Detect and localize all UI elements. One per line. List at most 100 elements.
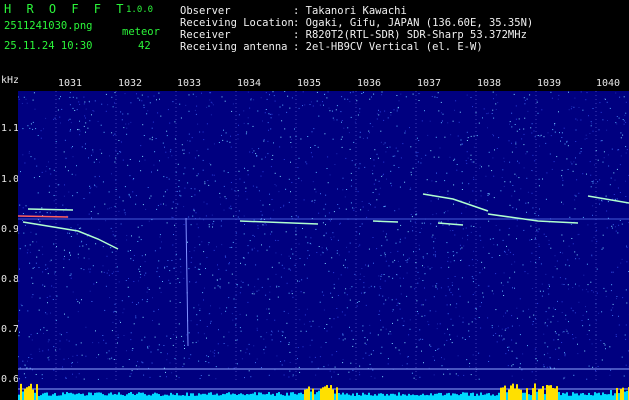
- level-bar: [602, 392, 604, 400]
- noise-dot: [47, 267, 49, 269]
- noise-dot: [408, 334, 410, 336]
- noise-dot: [193, 210, 195, 212]
- noise-dot: [429, 268, 431, 270]
- noise-dot: [460, 260, 462, 261]
- noise-dot: [131, 301, 133, 303]
- noise-dot: [333, 236, 335, 238]
- noise-dot: [546, 366, 548, 368]
- noise-dot: [623, 123, 625, 125]
- noise-dot: [158, 92, 160, 94]
- noise-dot: [474, 307, 476, 309]
- noise-dot: [80, 268, 82, 270]
- noise-dot: [374, 149, 376, 151]
- noise-dot: [108, 269, 110, 271]
- noise-dot: [141, 361, 143, 363]
- noise-dot: [386, 239, 388, 241]
- noise-dot: [311, 339, 313, 341]
- level-bar: [494, 395, 496, 400]
- noise-dot: [72, 156, 74, 158]
- noise-dot: [163, 195, 165, 197]
- noise-dot: [390, 252, 392, 253]
- noise-dot: [154, 336, 156, 338]
- noise-dot: [140, 145, 142, 147]
- noise-dot: [493, 98, 494, 100]
- noise-dot: [46, 297, 48, 298]
- noise-dot: [479, 164, 481, 166]
- level-bar: [412, 394, 414, 400]
- noise-dot: [167, 109, 169, 111]
- noise-dot: [108, 350, 110, 352]
- noise-dot: [466, 359, 468, 361]
- noise-dot: [160, 115, 162, 117]
- noise-dot: [453, 254, 455, 256]
- noise-dot: [372, 126, 374, 128]
- noise-dot: [495, 333, 497, 334]
- noise-dot: [261, 244, 262, 246]
- noise-dot: [532, 154, 534, 156]
- noise-dot: [531, 371, 533, 373]
- noise-dot: [448, 224, 450, 226]
- noise-dot: [406, 261, 408, 263]
- noise-dot: [488, 361, 490, 362]
- level-bar: [92, 395, 94, 400]
- noise-dot: [202, 292, 204, 294]
- noise-dot: [302, 228, 303, 229]
- noise-dot: [532, 207, 534, 209]
- noise-dot: [410, 220, 412, 222]
- noise-dot: [32, 241, 34, 243]
- level-bar: [308, 386, 310, 400]
- noise-dot: [230, 146, 232, 148]
- noise-dot: [149, 197, 151, 199]
- noise-dot: [615, 230, 617, 232]
- level-bar: [452, 393, 454, 400]
- noise-dot: [564, 353, 566, 355]
- noise-dot: [261, 214, 263, 216]
- noise-dot: [607, 120, 608, 121]
- noise-dot: [311, 361, 313, 363]
- noise-dot: [228, 263, 230, 265]
- noise-dot: [465, 227, 467, 229]
- noise-dot: [367, 209, 369, 211]
- noise-dot: [99, 175, 100, 177]
- noise-dot: [85, 117, 86, 119]
- noise-dot: [610, 309, 612, 311]
- noise-dot: [625, 112, 627, 114]
- level-bar: [532, 388, 534, 400]
- noise-dot: [247, 301, 249, 303]
- noise-dot: [379, 286, 381, 288]
- noise-dot: [447, 194, 449, 195]
- noise-dot: [175, 253, 177, 255]
- noise-dot: [383, 173, 384, 175]
- level-bar: [172, 394, 174, 400]
- noise-dot: [258, 289, 260, 291]
- noise-dot: [77, 361, 79, 363]
- noise-dot: [533, 314, 535, 316]
- noise-dot: [208, 184, 210, 186]
- noise-dot: [183, 363, 185, 365]
- noise-dot: [309, 344, 311, 346]
- level-bar: [254, 392, 256, 400]
- noise-dot: [223, 209, 225, 211]
- noise-dot: [85, 131, 86, 133]
- noise-dot: [77, 253, 79, 255]
- level-bar: [558, 392, 560, 400]
- noise-dot: [266, 98, 268, 100]
- noise-dot: [117, 270, 119, 272]
- noise-dot: [236, 363, 238, 365]
- noise-dot: [516, 130, 518, 132]
- noise-dot: [625, 338, 627, 340]
- noise-dot: [458, 315, 460, 317]
- noise-dot: [309, 356, 311, 358]
- noise-dot: [539, 208, 540, 210]
- noise-dot: [132, 191, 134, 193]
- noise-dot: [132, 179, 134, 181]
- noise-dot: [453, 260, 455, 262]
- noise-dot: [373, 165, 375, 167]
- noise-dot: [252, 234, 254, 236]
- noise-dot: [186, 334, 188, 336]
- noise-dot: [370, 367, 372, 369]
- noise-dot: [47, 302, 48, 304]
- noise-dot: [142, 124, 144, 126]
- noise-dot: [307, 250, 309, 252]
- noise-dot: [440, 122, 442, 124]
